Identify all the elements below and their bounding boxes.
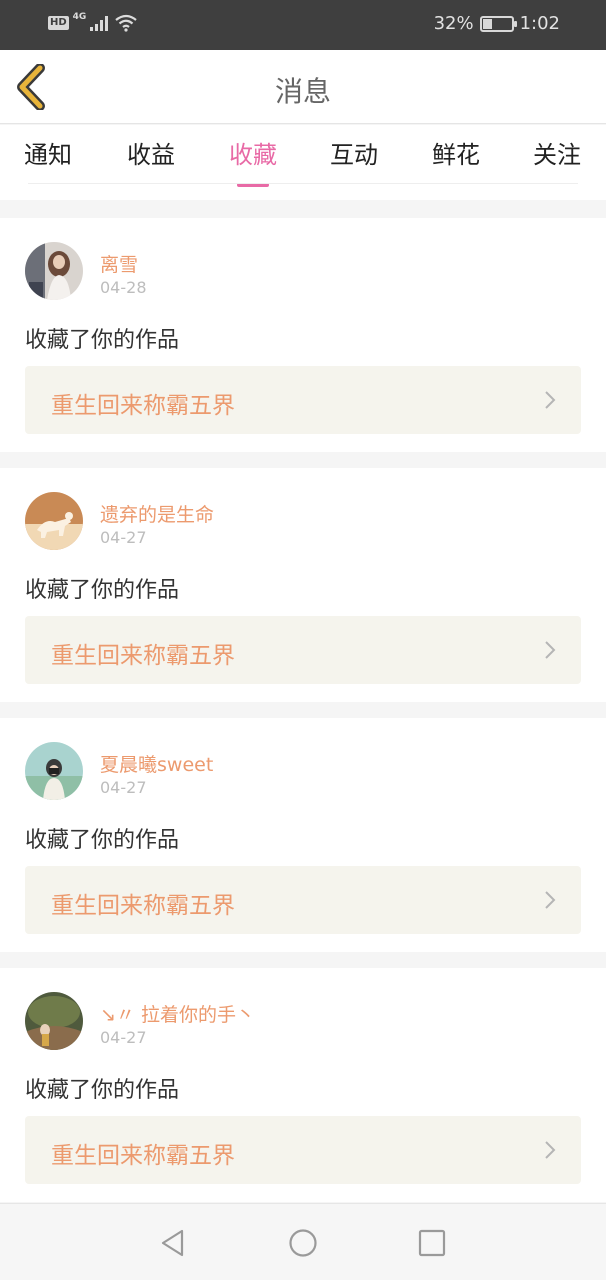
chevron-right-icon (545, 891, 556, 909)
work-link[interactable]: 重生回来称霸五界 (25, 1116, 581, 1184)
chevron-right-icon (545, 391, 556, 409)
tab-flowers[interactable]: 鲜花 (416, 135, 496, 170)
tab-favorites-label: 收藏 (229, 141, 277, 169)
work-title: 重生回来称霸五界 (51, 893, 235, 919)
notification-card: ↘〃 拉着你的手丶 04-27 收藏了你的作品 重生回来称霸五界 (0, 968, 606, 1202)
tab-interaction[interactable]: 互动 (314, 135, 394, 170)
status-left: HD 4G (48, 12, 138, 32)
tab-divider (28, 183, 578, 184)
clock: 1:02 (519, 13, 560, 34)
notification-card: 离雪 04-28 收藏了你的作品 重生回来称霸五界 (0, 218, 606, 452)
avatar[interactable] (25, 492, 83, 550)
triangle-back-icon[interactable] (158, 1228, 188, 1258)
page-title: 消息 (274, 75, 331, 108)
circle-home-icon[interactable] (288, 1228, 318, 1258)
square-recents-icon[interactable] (417, 1228, 447, 1258)
work-link[interactable]: 重生回来称霸五界 (25, 366, 581, 434)
battery-percent: 32% (433, 13, 474, 34)
work-link[interactable]: 重生回来称霸五界 (25, 866, 581, 934)
username[interactable]: 夏晨曦sweet (100, 750, 213, 777)
work-title: 重生回来称霸五界 (51, 643, 235, 669)
app-header: 消息 (0, 50, 606, 124)
work-link[interactable]: 重生回来称霸五界 (25, 616, 581, 684)
chevron-right-icon (545, 1141, 556, 1159)
battery-level (482, 18, 492, 29)
system-nav-bar (0, 1203, 606, 1280)
wifi-icon (115, 14, 138, 32)
action-text: 收藏了你的作品 (25, 328, 180, 353)
tab-notice[interactable]: 通知 (8, 135, 88, 170)
notification-card: 夏晨曦sweet 04-27 收藏了你的作品 重生回来称霸五界 (0, 718, 606, 952)
username[interactable]: ↘〃 拉着你的手丶 (100, 1000, 255, 1027)
status-bar: HD 4G 32% 1:02 (0, 0, 606, 50)
username[interactable]: 离雪 (100, 250, 138, 277)
notification-date: 04-27 (100, 528, 147, 547)
avatar[interactable] (25, 242, 83, 300)
tab-follow[interactable]: 关注 (517, 135, 597, 170)
username[interactable]: 遗弃的是生命 (100, 500, 214, 527)
battery-icon (479, 15, 517, 32)
status-right: 32% 1:02 (434, 13, 560, 34)
tab-bar: 通知 收益 收藏 互动 鲜花 关注 (0, 125, 606, 200)
action-text: 收藏了你的作品 (25, 828, 180, 853)
action-text: 收藏了你的作品 (25, 578, 180, 603)
avatar[interactable] (25, 992, 83, 1050)
work-title: 重生回来称霸五界 (51, 393, 235, 419)
avatar[interactable] (25, 742, 83, 800)
notification-date: 04-27 (100, 1028, 147, 1047)
tab-earnings[interactable]: 收益 (111, 135, 191, 170)
network-type: 4G (72, 12, 87, 22)
tab-favorites[interactable]: 收藏 (213, 135, 293, 187)
signal-icon (90, 16, 109, 31)
hd-badge: HD (48, 16, 69, 30)
chevron-right-icon (545, 641, 556, 659)
notification-date: 04-27 (100, 778, 147, 797)
notification-card: 遗弃的是生命 04-27 收藏了你的作品 重生回来称霸五界 (0, 468, 606, 702)
work-title: 重生回来称霸五界 (51, 1143, 235, 1169)
notification-date: 04-28 (100, 278, 147, 297)
action-text: 收藏了你的作品 (25, 1078, 180, 1103)
